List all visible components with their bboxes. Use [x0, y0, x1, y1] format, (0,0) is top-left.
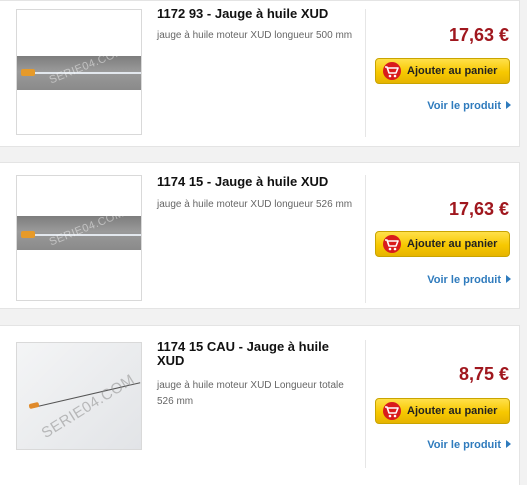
shopping-cart-icon: [383, 235, 401, 253]
product-title[interactable]: 1174 15 - Jauge à huile XUD: [157, 175, 357, 189]
product-reference: 1174 15 CAU: [157, 339, 236, 354]
view-product-link[interactable]: Voir le produit: [427, 439, 511, 451]
product-card: SERIE04.COM 1172 93 - Jauge à huile XUD …: [0, 0, 520, 147]
product-title[interactable]: 1174 15 CAU - Jauge à huile XUD: [157, 340, 357, 368]
product-name: Jauge à huile XUD: [214, 6, 329, 21]
product-name: Jauge à huile XUD: [214, 174, 329, 189]
divider: [365, 340, 366, 468]
add-to-cart-label: Ajouter au panier: [407, 65, 498, 77]
shopping-cart-icon: [383, 402, 401, 420]
product-description: jauge à huile moteur XUD longueur 526 mm: [157, 199, 353, 210]
product-price: 17,63 €: [448, 25, 509, 45]
product-title[interactable]: 1172 93 - Jauge à huile XUD: [157, 7, 357, 21]
product-price: 8,75 €: [458, 364, 509, 384]
product-image[interactable]: SERIE04.COM: [16, 175, 142, 301]
divider: [365, 175, 366, 303]
divider: [365, 9, 366, 137]
chevron-right-icon: [506, 275, 511, 283]
dipstick-handle: [21, 231, 35, 238]
add-to-cart-label: Ajouter au panier: [407, 405, 498, 417]
view-product-link[interactable]: Voir le produit: [427, 274, 511, 286]
product-card: SERIE04.COM 1174 15 CAU - Jauge à huile …: [0, 325, 520, 485]
product-description: jauge à huile moteur XUD Longueur totale…: [157, 380, 344, 407]
product-image[interactable]: SERIE04.COM: [16, 342, 142, 450]
product-description: jauge à huile moteur XUD longueur 500 mm: [157, 30, 353, 41]
product-reference: 1172 93: [157, 6, 204, 21]
view-product-label: Voir le produit: [427, 439, 501, 451]
add-to-cart-button[interactable]: Ajouter au panier: [375, 58, 510, 84]
product-card: SERIE04.COM 1174 15 - Jauge à huile XUD …: [0, 162, 520, 309]
product-reference: 1174 15: [157, 174, 204, 189]
add-to-cart-label: Ajouter au panier: [407, 238, 498, 250]
view-product-link[interactable]: Voir le produit: [427, 100, 511, 112]
product-price: 17,63 €: [448, 199, 509, 219]
view-product-label: Voir le produit: [427, 100, 501, 112]
dipstick-handle: [21, 69, 35, 76]
shopping-cart-icon: [383, 62, 401, 80]
add-to-cart-button[interactable]: Ajouter au panier: [375, 231, 510, 257]
chevron-right-icon: [506, 440, 511, 448]
view-product-label: Voir le produit: [427, 274, 501, 286]
chevron-right-icon: [506, 101, 511, 109]
add-to-cart-button[interactable]: Ajouter au panier: [375, 398, 510, 424]
product-image[interactable]: SERIE04.COM: [16, 9, 142, 135]
